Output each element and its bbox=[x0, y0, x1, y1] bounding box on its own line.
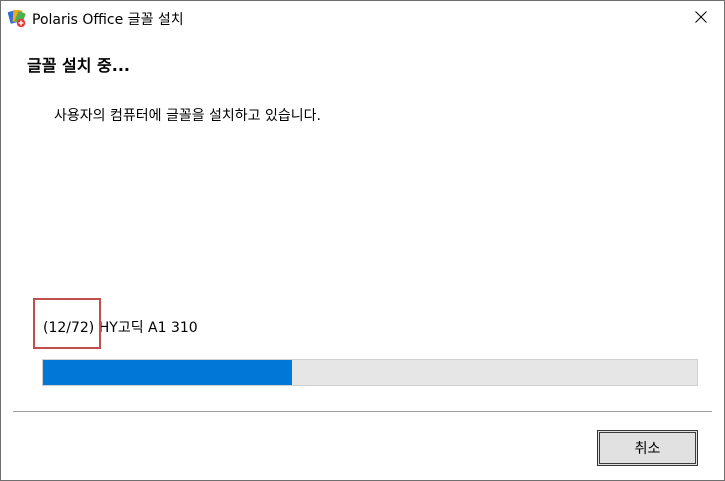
progress-label: (12/72) HY고딕 A1 310 bbox=[43, 317, 198, 337]
separator bbox=[13, 411, 712, 413]
current-font-name: HY고딕 A1 310 bbox=[98, 320, 198, 336]
close-icon bbox=[695, 11, 707, 23]
close-button[interactable] bbox=[678, 1, 724, 33]
installer-window: Polaris Office 글꼴 설치 글꼴 설치 중... 사용자의 컴퓨터… bbox=[0, 0, 725, 481]
progress-fill bbox=[43, 360, 293, 385]
cancel-button[interactable]: 취소 bbox=[597, 430, 698, 466]
title-bar[interactable]: Polaris Office 글꼴 설치 bbox=[1, 1, 724, 35]
progress-bar bbox=[42, 359, 698, 386]
page-title: 글꼴 설치 중... bbox=[27, 56, 130, 75]
progress-count: (12/72) bbox=[43, 320, 95, 336]
description-text: 사용자의 컴퓨터에 글꼴을 설치하고 있습니다. bbox=[54, 108, 321, 124]
polaris-office-icon bbox=[7, 8, 27, 28]
window-title: Polaris Office 글꼴 설치 bbox=[32, 12, 184, 28]
